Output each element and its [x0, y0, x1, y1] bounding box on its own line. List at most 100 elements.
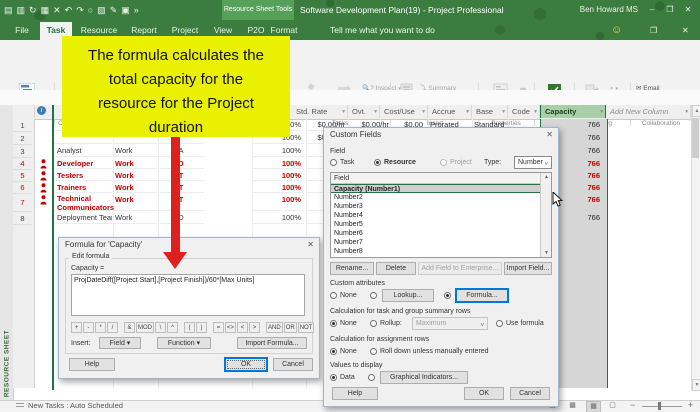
initials-cell[interactable]: T	[158, 170, 204, 181]
max-units-cell[interactable]: 100%	[252, 145, 304, 157]
initials-cell[interactable]: T	[158, 194, 204, 211]
circle-icon[interactable]: ○	[88, 4, 93, 16]
type-cell[interactable]: Work	[113, 212, 157, 224]
field-list-item[interactable]: Number3	[331, 202, 540, 211]
type-cell[interactable]: Work	[113, 158, 157, 169]
close-window-icon[interactable]: ✕	[682, 22, 689, 39]
resource-name-cell[interactable]: Developer	[55, 158, 112, 169]
rolldown-radio[interactable]	[370, 348, 377, 355]
column-header-accrue[interactable]: Accrue ▾	[428, 105, 472, 118]
resource-name-cell[interactable]: Analyst	[55, 145, 112, 157]
save-as-icon[interactable]: ▥	[17, 4, 26, 16]
rename-button[interactable]: Rename...	[330, 262, 374, 275]
operator-button-sym[interactable]: +	[71, 322, 82, 333]
initials-cell[interactable]: D	[158, 158, 204, 169]
field-list-item[interactable]: Number6	[331, 229, 540, 238]
zoom-slider-thumb[interactable]	[658, 402, 661, 410]
graphical-indicators-button[interactable]: Graphical Indicators...	[380, 371, 468, 384]
redo-icon[interactable]: ↷	[76, 4, 84, 16]
cf-cancel-button[interactable]: Cancel	[510, 387, 550, 400]
type-cell[interactable]: Work	[113, 182, 157, 193]
initials-cell[interactable]: A	[158, 145, 204, 157]
use-formula-label[interactable]: Use formula	[506, 320, 544, 327]
close-button[interactable]: ✕	[680, 0, 696, 20]
restore-icon[interactable]: ❐	[650, 22, 657, 39]
operator-button-sym[interactable]: &	[124, 322, 135, 333]
filter-caret-icon[interactable]: ▾	[534, 105, 537, 119]
calc-none-label[interactable]: None	[340, 320, 357, 327]
operator-button-NOT[interactable]: NOT	[297, 322, 315, 333]
operator-button-sym[interactable]: \	[155, 322, 166, 333]
row-number[interactable]: 7	[13, 194, 32, 212]
insert-field-button[interactable]: Field ▾	[99, 337, 141, 349]
minimize-button[interactable]: –	[644, 0, 660, 20]
tab-file[interactable]: File	[8, 22, 36, 40]
more-commands-icon[interactable]: »	[134, 4, 139, 16]
list-scroll-down-icon[interactable]: ▼	[541, 250, 551, 256]
custom-fields-close-icon[interactable]: ✕	[546, 130, 553, 139]
save-icon[interactable]: ▤	[4, 4, 13, 16]
delete-icon[interactable]: ✕	[53, 4, 61, 16]
attr-none-label[interactable]: None	[340, 292, 357, 299]
lookup-button[interactable]: Lookup...	[382, 289, 434, 302]
formula-radio[interactable]	[444, 292, 451, 299]
column-header-add-new-column[interactable]: Add New Column ▾	[606, 105, 691, 118]
field-list-item[interactable]: Number2	[331, 193, 540, 202]
operator-button-sym[interactable]: -	[83, 322, 94, 333]
filter-caret-icon[interactable]: ▾	[502, 105, 505, 119]
view-sheet-icon[interactable]: ▦	[586, 401, 601, 412]
rolldown-label[interactable]: Roll down unless manually entered	[380, 348, 489, 355]
sync-icon[interactable]: ↻	[29, 4, 37, 16]
filter-caret-icon[interactable]: ▾	[374, 105, 377, 119]
resource-name-cell[interactable]: Trainers	[55, 182, 112, 193]
filter-caret-icon[interactable]: ▾	[685, 105, 688, 119]
column-header-code[interactable]: Code ▾	[508, 105, 540, 118]
field-list-scrollbar[interactable]: ▲ ▼	[540, 173, 551, 257]
new-icon[interactable]: ▦	[41, 4, 50, 16]
type-cell[interactable]: Work	[113, 145, 157, 157]
filter-caret-icon[interactable]: ▾	[600, 105, 603, 119]
operator-button-sym[interactable]: (	[184, 322, 195, 333]
cf-ok-button[interactable]: OK	[464, 387, 504, 400]
field-list-item[interactable]: Number4	[331, 211, 540, 220]
calc-none-radio[interactable]	[330, 320, 337, 327]
attr-none-radio[interactable]	[330, 292, 337, 299]
task-radio[interactable]	[330, 159, 337, 166]
undo-icon[interactable]: ↶	[65, 4, 73, 16]
initials-cell[interactable]: T	[158, 182, 204, 193]
initials-cell[interactable]: D	[158, 212, 204, 224]
use-formula-radio[interactable]	[496, 320, 503, 327]
formula-ok-button[interactable]: OK	[225, 358, 267, 371]
edit-icon[interactable]: ✎	[110, 4, 118, 16]
select-all-corner[interactable]	[13, 105, 35, 118]
filter-caret-icon[interactable]: ▾	[466, 105, 469, 119]
operator-button-sym[interactable]: /	[107, 322, 118, 333]
operator-button-sym[interactable]: >	[249, 322, 261, 333]
maximize-button[interactable]: ❐	[662, 0, 678, 20]
operator-button-sym[interactable]: )	[196, 322, 207, 333]
field-list-item[interactable]: Number7	[331, 238, 540, 247]
operator-button-OR[interactable]: OR	[283, 322, 297, 333]
zoom-out-icon[interactable]: −	[630, 400, 635, 410]
row-number[interactable]: 8	[13, 212, 32, 225]
lookup-radio[interactable]	[370, 292, 377, 299]
max-units-cell[interactable]: 100%	[252, 170, 304, 181]
type-cell[interactable]: Work	[113, 194, 157, 211]
operator-button-sym[interactable]: =	[213, 322, 224, 333]
operator-button-sym[interactable]: <>	[225, 322, 237, 333]
scrollbar-thumb[interactable]	[692, 118, 699, 158]
resource-name-cell[interactable]: Testers	[55, 170, 112, 181]
assign-none-radio[interactable]	[330, 348, 337, 355]
row-number[interactable]: 5	[13, 170, 32, 182]
operator-button-sym[interactable]: *	[95, 322, 106, 333]
operator-button-sym[interactable]: <	[237, 322, 249, 333]
import-formula-button[interactable]: Import Formula...	[237, 337, 307, 349]
resource-radio-label[interactable]: Resource	[384, 159, 416, 166]
assign-none-label[interactable]: None	[340, 348, 357, 355]
project-radio[interactable]	[440, 159, 447, 166]
formula-dialog-close-icon[interactable]: ✕	[307, 240, 314, 249]
operator-button-sym[interactable]: ^	[167, 322, 178, 333]
zoom-in-icon[interactable]: +	[688, 400, 693, 410]
max-units-cell[interactable]: 100%	[252, 212, 304, 224]
tell-me-box[interactable]: Tell me what you want to do	[330, 22, 435, 40]
